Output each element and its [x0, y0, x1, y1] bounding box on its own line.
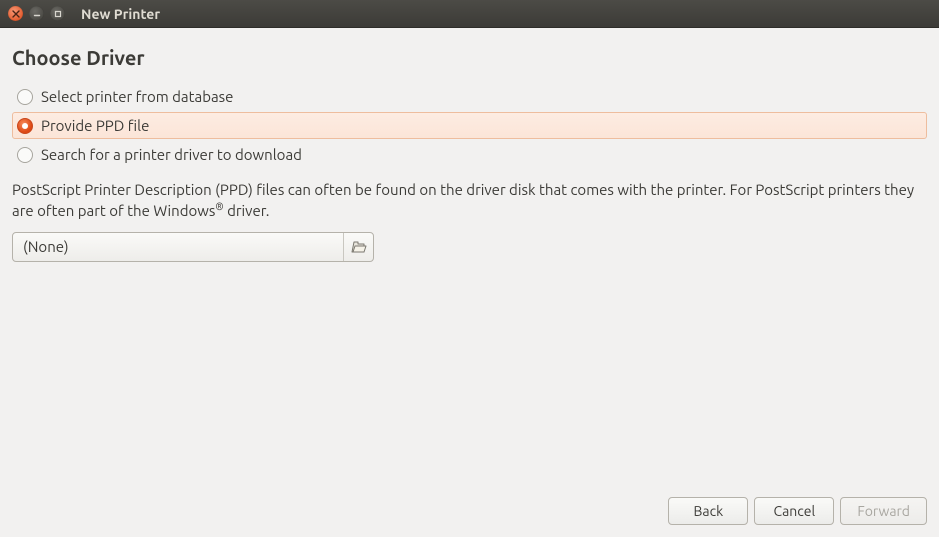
page-heading: Choose Driver	[12, 46, 927, 69]
open-file-icon	[343, 233, 373, 261]
minimize-icon[interactable]	[29, 6, 44, 21]
driver-source-radio-group: Select printer from database Provide PPD…	[12, 83, 927, 170]
window-title: New Printer	[81, 6, 160, 22]
radio-label: Select printer from database	[41, 88, 233, 105]
close-icon[interactable]	[8, 6, 23, 21]
dialog-footer: Back Cancel Forward	[0, 489, 939, 537]
radio-provide-ppd[interactable]: Provide PPD file	[12, 112, 927, 139]
ppd-description: PostScript Printer Description (PPD) fil…	[12, 180, 927, 222]
radio-label: Provide PPD file	[41, 117, 149, 134]
radio-select-from-database[interactable]: Select printer from database	[12, 83, 927, 110]
forward-button: Forward	[840, 497, 927, 525]
radio-label: Search for a printer driver to download	[41, 146, 302, 163]
radio-icon	[17, 89, 33, 105]
radio-search-download[interactable]: Search for a printer driver to download	[12, 141, 927, 168]
file-picker-value: (None)	[13, 233, 343, 261]
ppd-file-picker[interactable]: (None)	[12, 232, 374, 262]
dialog-content: Choose Driver Select printer from databa…	[0, 28, 939, 489]
maximize-icon[interactable]	[50, 6, 65, 21]
window-titlebar: New Printer	[0, 0, 939, 28]
cancel-button[interactable]: Cancel	[754, 497, 834, 525]
radio-icon	[17, 118, 33, 134]
back-button[interactable]: Back	[668, 497, 748, 525]
radio-icon	[17, 147, 33, 163]
